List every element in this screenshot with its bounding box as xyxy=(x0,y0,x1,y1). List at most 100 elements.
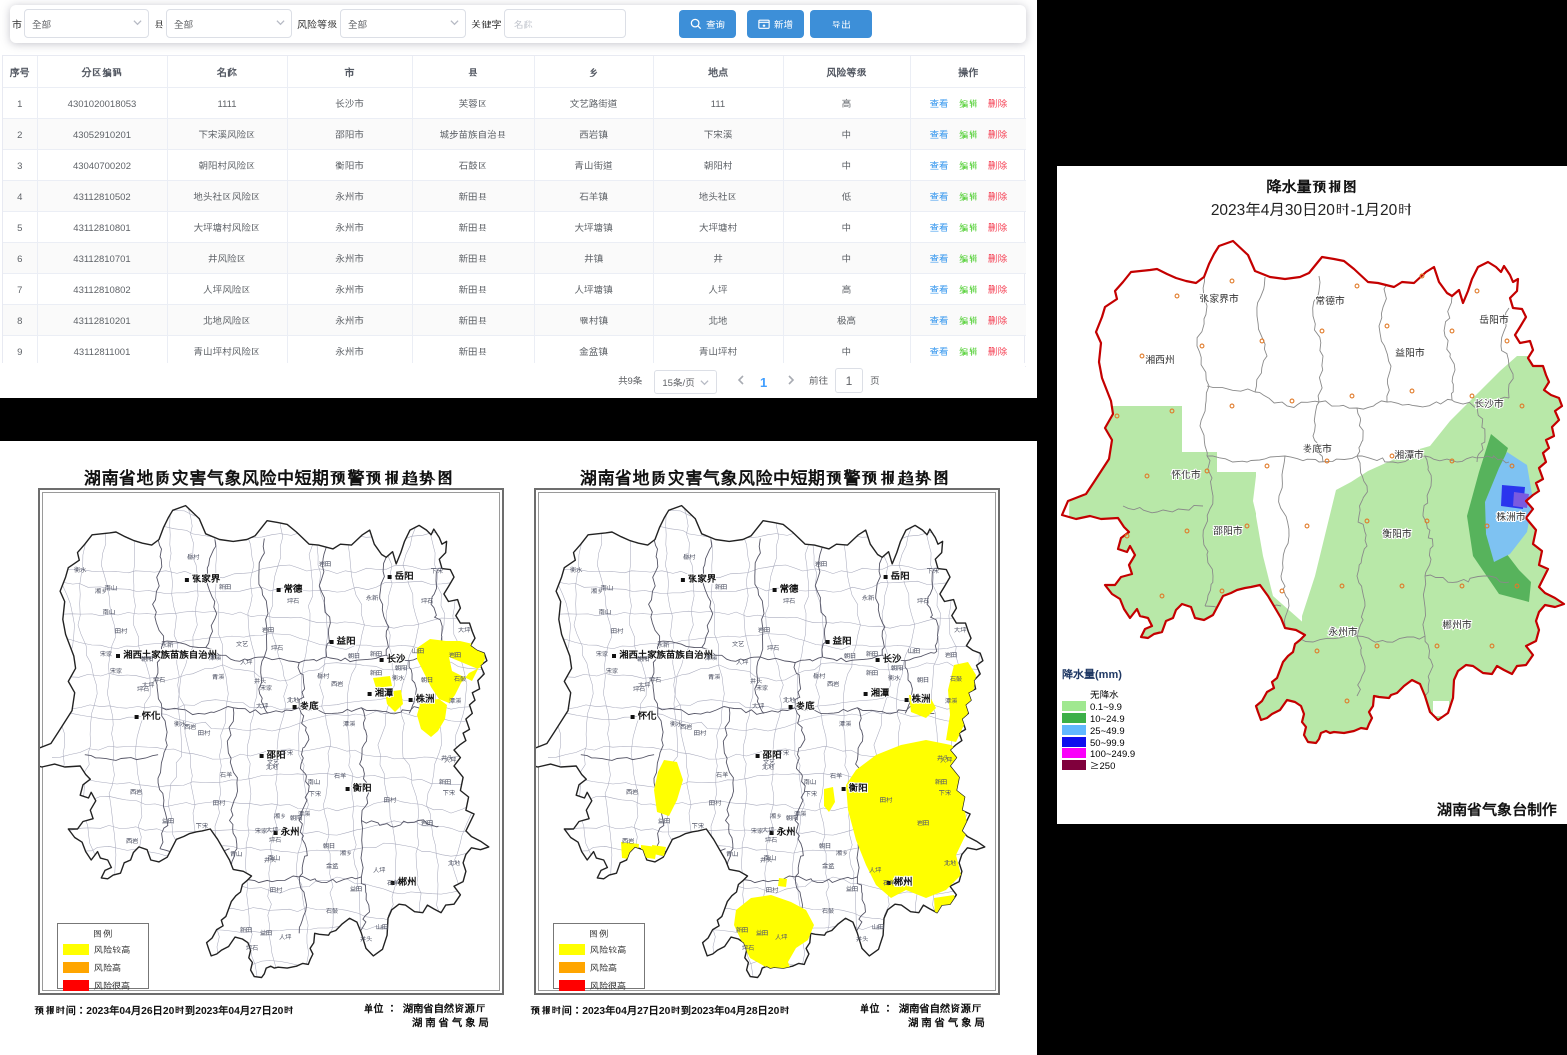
svg-text:坪石: 坪石 xyxy=(917,596,929,605)
svg-text:衡水: 衡水 xyxy=(74,565,87,574)
svg-text:郴州: 郴州 xyxy=(398,874,417,888)
svg-text:宋家: 宋家 xyxy=(254,826,268,835)
svg-text:岩田: 岩田 xyxy=(917,818,929,827)
svg-text:石羊: 石羊 xyxy=(220,770,233,779)
svg-text:山田: 山田 xyxy=(908,646,920,655)
svg-text:衡阳: 衡阳 xyxy=(848,780,868,794)
svg-text:田村: 田村 xyxy=(270,885,283,894)
svg-text:金盆: 金盆 xyxy=(822,861,834,870)
svg-text:衡水: 衡水 xyxy=(888,673,901,682)
svg-text:常德: 常德 xyxy=(780,581,799,595)
svg-text:井头: 井头 xyxy=(937,753,949,762)
svg-text:株洲: 株洲 xyxy=(912,691,931,705)
svg-text:长沙市: 长沙市 xyxy=(1474,396,1504,410)
svg-text:岳阳: 岳阳 xyxy=(395,568,414,582)
svg-text:朝阳: 朝阳 xyxy=(395,663,407,672)
svg-text:新田: 新田 xyxy=(715,582,727,591)
svg-text:田村: 田村 xyxy=(709,798,722,807)
svg-text:岳村: 岳村 xyxy=(813,671,826,680)
svg-text:南山: 南山 xyxy=(104,583,117,592)
svg-text:新田: 新田 xyxy=(219,582,231,591)
svg-text:人坪: 人坪 xyxy=(279,932,292,941)
svg-text:田村: 田村 xyxy=(880,795,893,804)
svg-text:衡阳: 衡阳 xyxy=(352,780,372,794)
svg-text:益田: 益田 xyxy=(350,884,362,893)
svg-text:坪石: 坪石 xyxy=(153,675,165,684)
svg-text:西岩: 西岩 xyxy=(126,836,138,845)
svg-text:坪石: 坪石 xyxy=(269,835,281,844)
svg-text:张家界: 张家界 xyxy=(192,571,221,585)
svg-text:人坪: 人坪 xyxy=(775,932,788,941)
svg-text:坪石: 坪石 xyxy=(271,643,283,652)
svg-text:朝日: 朝日 xyxy=(844,651,856,660)
svg-text:岩田: 岩田 xyxy=(449,650,461,659)
svg-text:湘西州: 湘西州 xyxy=(1145,352,1174,366)
svg-text:青山: 青山 xyxy=(230,849,242,858)
svg-text:衡水: 衡水 xyxy=(392,673,405,682)
svg-text:常德: 常德 xyxy=(284,581,303,595)
svg-text:宋家: 宋家 xyxy=(755,683,769,692)
svg-text:西岩: 西岩 xyxy=(626,787,638,796)
svg-text:坪石: 坪石 xyxy=(742,943,754,952)
svg-text:下宋: 下宋 xyxy=(776,748,790,757)
svg-text:益田: 益田 xyxy=(846,884,858,893)
svg-text:下宋: 下宋 xyxy=(926,566,940,575)
svg-text:北地: 北地 xyxy=(287,695,300,704)
svg-text:北地: 北地 xyxy=(762,762,775,771)
svg-text:金盆: 金盆 xyxy=(326,861,338,870)
svg-text:潭溪: 潭溪 xyxy=(298,809,311,818)
svg-text:北地: 北地 xyxy=(944,858,957,867)
svg-text:北地: 北地 xyxy=(266,762,279,771)
svg-text:岩田: 岩田 xyxy=(262,625,274,634)
svg-text:怀化: 怀化 xyxy=(142,708,161,722)
svg-text:衡阳市: 衡阳市 xyxy=(1382,526,1412,540)
svg-text:田村: 田村 xyxy=(384,795,397,804)
svg-text:常德市: 常德市 xyxy=(1315,293,1345,307)
svg-text:井头: 井头 xyxy=(441,753,453,762)
svg-text:湘乡: 湘乡 xyxy=(339,848,353,857)
svg-text:新田: 新田 xyxy=(370,668,382,677)
svg-text:岳村: 岳村 xyxy=(187,552,200,561)
svg-text:山田: 山田 xyxy=(412,646,424,655)
svg-text:宋家: 宋家 xyxy=(750,826,764,835)
svg-text:新田: 新田 xyxy=(240,925,252,934)
svg-text:青溪: 青溪 xyxy=(708,672,721,681)
svg-text:西岩: 西岩 xyxy=(184,722,196,731)
svg-text:西岩: 西岩 xyxy=(130,787,142,796)
svg-text:石鼓: 石鼓 xyxy=(822,906,835,915)
svg-text:下宋: 下宋 xyxy=(430,566,444,575)
svg-text:邵阳市: 邵阳市 xyxy=(1213,523,1243,537)
svg-text:南山: 南山 xyxy=(600,583,613,592)
svg-text:永州: 永州 xyxy=(281,824,300,838)
svg-text:怀化: 怀化 xyxy=(638,708,657,722)
svg-text:石羊: 石羊 xyxy=(387,878,400,887)
svg-text:井头: 井头 xyxy=(360,934,372,943)
svg-text:石羊: 石羊 xyxy=(883,878,896,887)
svg-text:潭溪: 潭溪 xyxy=(209,653,222,662)
svg-text:株洲市: 株洲市 xyxy=(1496,509,1526,523)
svg-text:岩田: 岩田 xyxy=(421,818,433,827)
svg-text:新田: 新田 xyxy=(736,925,748,934)
svg-text:山田: 山田 xyxy=(376,922,388,931)
svg-text:石鼓: 石鼓 xyxy=(326,906,339,915)
svg-text:株洲: 株洲 xyxy=(416,691,435,705)
svg-text:潭溪: 潭溪 xyxy=(839,719,852,728)
svg-text:坪石: 坪石 xyxy=(246,943,258,952)
svg-text:宋家: 宋家 xyxy=(595,649,609,658)
svg-text:朝阳: 朝阳 xyxy=(141,654,153,663)
svg-text:大坪: 大坪 xyxy=(762,825,775,834)
svg-text:朝日: 朝日 xyxy=(323,841,335,850)
svg-text:坪石: 坪石 xyxy=(767,643,779,652)
svg-text:湘西土家族苗族自治州: 湘西土家族苗族自治州 xyxy=(123,647,217,661)
svg-text:岩田: 岩田 xyxy=(319,559,331,568)
svg-text:坪石: 坪石 xyxy=(783,596,795,605)
svg-text:坪石: 坪石 xyxy=(633,684,645,693)
svg-text:怀化市: 怀化市 xyxy=(1171,467,1201,481)
svg-text:潭溪: 潭溪 xyxy=(945,696,958,705)
svg-text:石羊: 石羊 xyxy=(716,770,729,779)
svg-text:湘西土家族苗族自治州: 湘西土家族苗族自治州 xyxy=(619,647,713,661)
svg-text:坪石: 坪石 xyxy=(421,596,433,605)
svg-text:永新: 永新 xyxy=(366,593,378,602)
svg-text:新田: 新田 xyxy=(866,668,878,677)
svg-text:下宋: 下宋 xyxy=(308,789,322,798)
